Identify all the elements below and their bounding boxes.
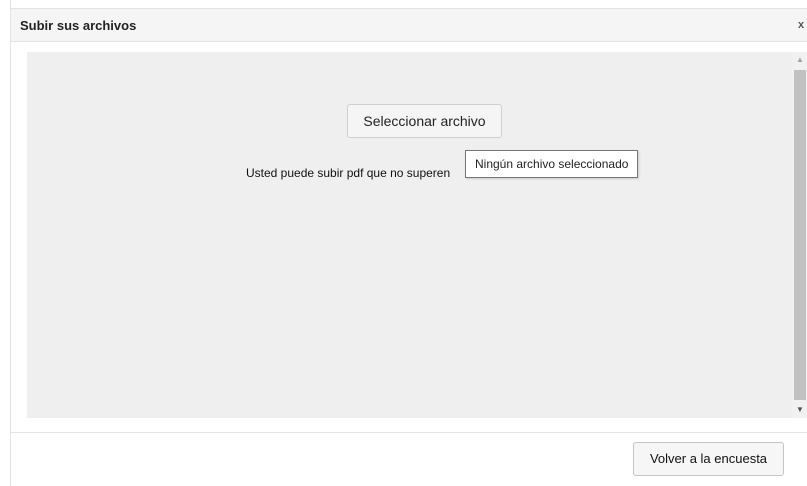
dialog-content: Seleccionar archivo Usted puede subir pd… xyxy=(27,52,792,418)
upload-note: Usted puede subir pdf que no superen xyxy=(246,166,451,180)
dialog-titlebar: Subir sus archivos x xyxy=(11,8,807,42)
dialog-title: Subir sus archivos xyxy=(20,18,137,33)
file-tooltip: Ningún archivo seleccionado xyxy=(465,150,639,178)
close-icon[interactable]: x xyxy=(798,18,807,32)
scroll-thumb[interactable] xyxy=(794,70,806,400)
scroll-up-arrow-icon[interactable]: ▲ xyxy=(792,52,807,68)
vertical-scrollbar[interactable]: ▲ ▼ xyxy=(792,52,807,418)
back-to-survey-button[interactable]: Volver a la encuesta xyxy=(633,442,784,476)
upload-dialog: Subir sus archivos x Seleccionar archivo… xyxy=(10,0,807,486)
choose-file-button[interactable]: Seleccionar archivo xyxy=(347,104,502,138)
scroll-down-arrow-icon[interactable]: ▼ xyxy=(792,402,807,418)
footer-divider xyxy=(11,432,807,433)
